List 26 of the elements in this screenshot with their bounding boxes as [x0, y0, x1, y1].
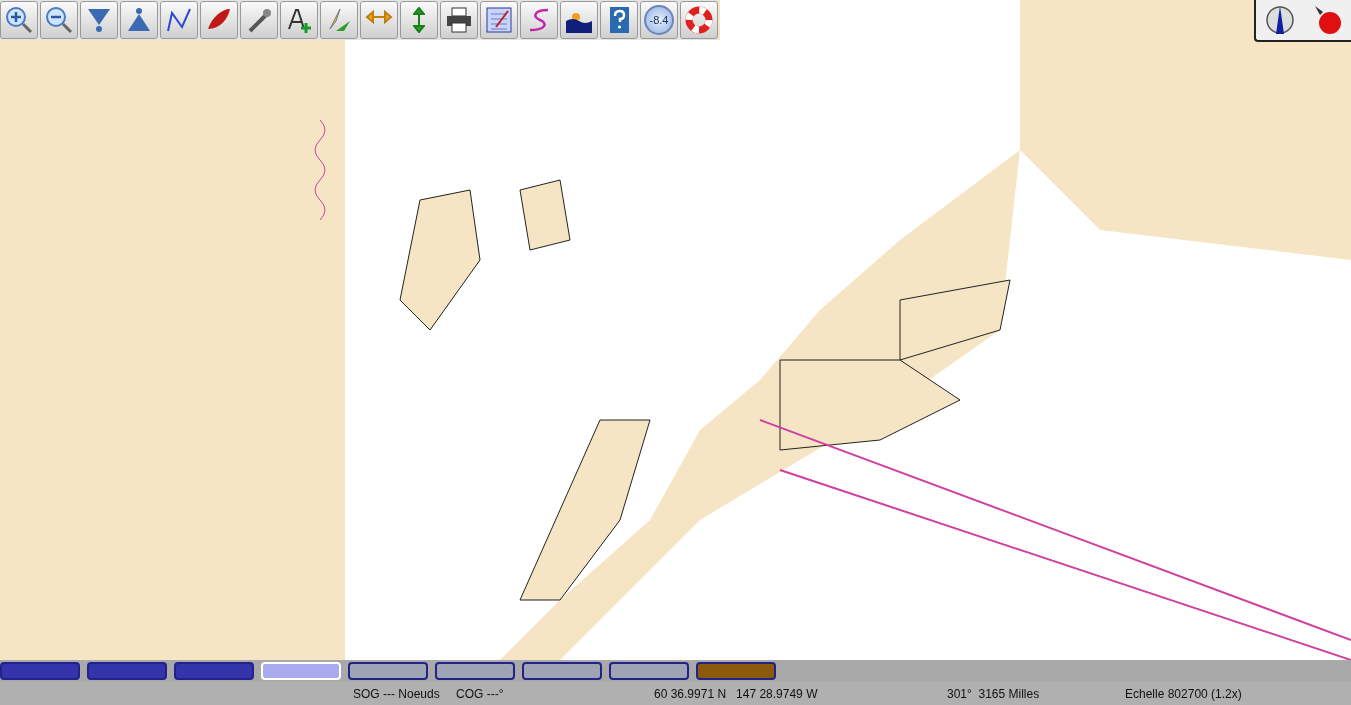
sog-readout: SOG --- Noeuds [353, 686, 441, 701]
chart-bar-key[interactable] [522, 662, 602, 680]
toolbar-button[interactable] [440, 1, 478, 39]
zoom-out-icon [44, 5, 74, 35]
printer-icon [444, 5, 474, 35]
chart-scale: Echelle 802700 (1.2x) [1125, 686, 1243, 701]
cog-readout: COG ---° [456, 686, 505, 701]
toolbar-button[interactable] [280, 1, 318, 39]
gps-status-icon[interactable] [1312, 3, 1343, 37]
chart-bar-key[interactable] [435, 662, 515, 680]
zoom-in-icon [4, 5, 34, 35]
toolbar-button[interactable] [160, 1, 198, 39]
toolbar-button[interactable] [560, 1, 598, 39]
chart-bar-key[interactable] [609, 662, 689, 680]
deviation-gauge-button[interactable]: -8.4 [640, 1, 678, 39]
chart-bar-key[interactable] [348, 662, 428, 680]
bearing-distance: 301° 3165 Milles [947, 686, 1041, 701]
toolbar-button[interactable] [200, 1, 238, 39]
cursor-position: 60 36.9971 N 147 28.9749 W [654, 686, 819, 701]
toolbar-button[interactable] [240, 1, 278, 39]
toolbar-button[interactable] [600, 1, 638, 39]
checklist-icon [484, 5, 514, 35]
compass-icon[interactable] [1264, 3, 1295, 37]
vertical-arrows-icon [413, 7, 425, 33]
toolbar-button[interactable] [0, 1, 38, 39]
lifebuoy-icon [684, 5, 714, 35]
